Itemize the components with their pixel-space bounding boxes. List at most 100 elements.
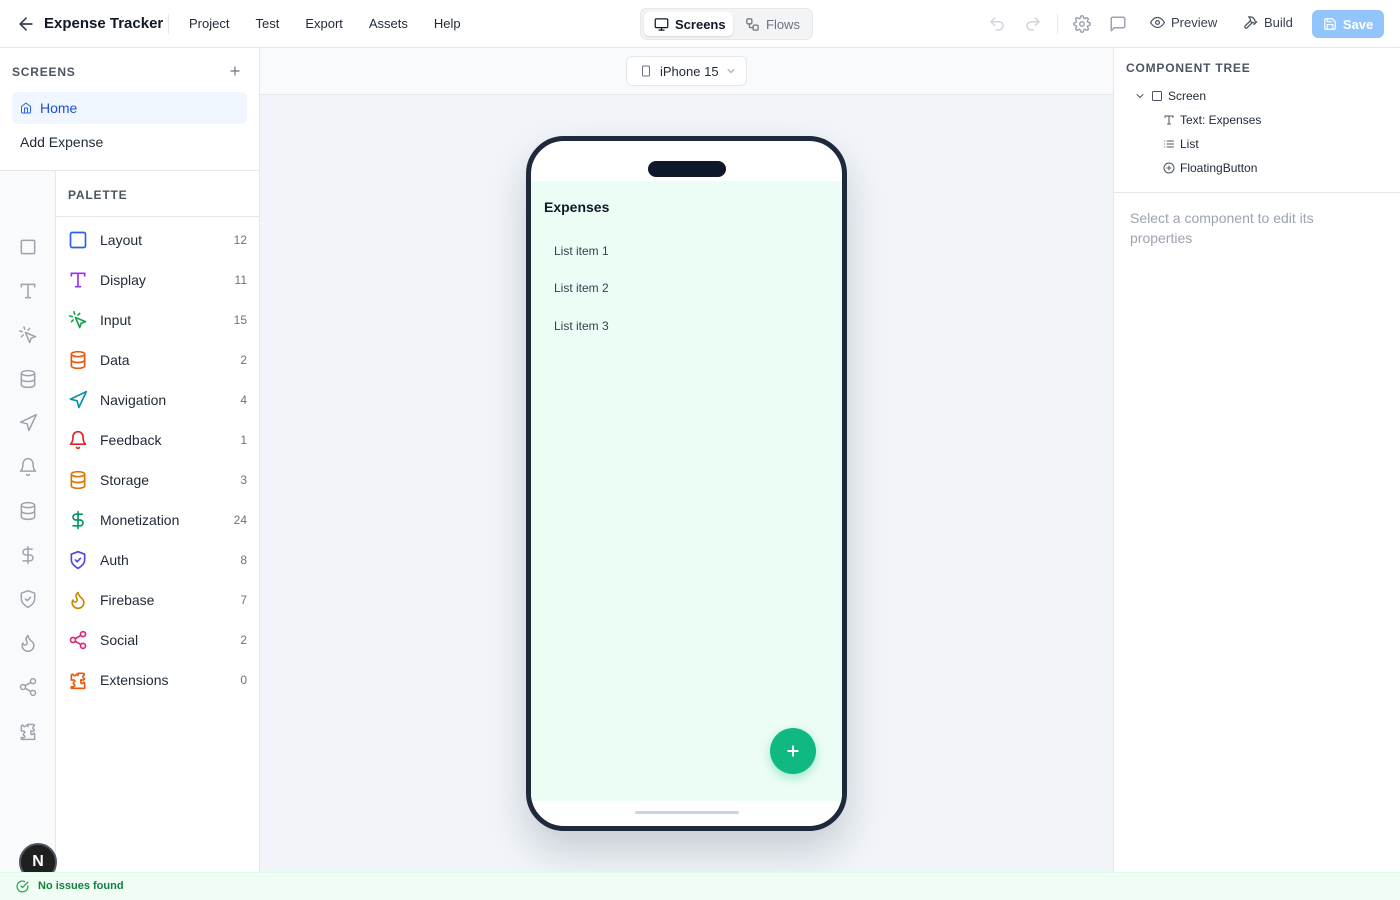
palette-item-label: Input — [100, 312, 132, 328]
category-rail — [0, 171, 56, 872]
palette-item-label: Auth — [100, 552, 129, 568]
phone-frame: Expenses List item 1 List item 2 List it… — [526, 136, 847, 831]
palette-item-auth[interactable]: Auth 8 — [56, 540, 259, 580]
database-icon — [68, 470, 88, 490]
palette-item-social[interactable]: Social 2 — [56, 620, 259, 660]
monitor-icon — [654, 17, 669, 31]
device-selector-label: iPhone 15 — [660, 63, 719, 79]
status-bar: No issues found — [0, 872, 1400, 900]
menu-help[interactable]: Help — [434, 16, 461, 31]
device-selector[interactable]: iPhone 15 — [626, 56, 747, 86]
palette-item-label: Layout — [100, 232, 143, 248]
preview-button[interactable]: Preview — [1150, 15, 1217, 30]
chevron-down-icon — [1136, 94, 1144, 99]
app-title: Expense Tracker — [44, 15, 164, 32]
left-panel: SCREENS Home Add Expense PALETTE Layout … — [0, 48, 260, 872]
palette-item-navigation[interactable]: Navigation 4 — [56, 380, 259, 420]
toolbar-divider — [168, 14, 169, 34]
palette-item-label: Extensions — [100, 672, 169, 688]
palette-item-monetization[interactable]: Monetization 24 — [56, 500, 259, 540]
palette-item-display[interactable]: Display 11 — [56, 260, 259, 300]
rail-firebase-flame-icon[interactable] — [18, 633, 38, 653]
build-button[interactable]: Build — [1243, 15, 1293, 30]
save-button[interactable]: Save — [1312, 10, 1384, 38]
rail-auth-shield-icon[interactable] — [18, 589, 38, 609]
eye-icon — [1150, 16, 1165, 29]
palette-item-label: Display — [100, 272, 146, 288]
menu-bar: Project Test Export Assets Help — [189, 16, 487, 31]
rail-data-database-icon[interactable] — [18, 369, 38, 389]
view-toggle: Screens Flows — [640, 8, 813, 40]
palette-item-count: 3 — [240, 473, 247, 487]
navigation-icon — [68, 390, 88, 410]
rail-display-type-icon[interactable] — [18, 281, 38, 301]
menu-assets[interactable]: Assets — [369, 16, 408, 31]
palette-panel: PALETTE Layout 12 Display 11 Input 15 Da… — [56, 171, 259, 872]
right-panel: COMPONENT TREE Screen Text: Expenses Lis… — [1113, 48, 1400, 872]
rail-navigation-icon[interactable] — [18, 413, 38, 433]
list-item[interactable]: List item 3 — [554, 319, 609, 333]
share-icon — [68, 630, 88, 650]
palette-item-firebase[interactable]: Firebase 7 — [56, 580, 259, 620]
phone-screen[interactable]: Expenses List item 1 List item 2 List it… — [531, 181, 842, 801]
flows-tab-label: Flows — [766, 16, 800, 32]
palette-item-storage[interactable]: Storage 3 — [56, 460, 259, 500]
tree-node-label: Text: Expenses — [1180, 113, 1262, 127]
palette-item-feedback[interactable]: Feedback 1 — [56, 420, 259, 460]
status-text: No issues found — [38, 880, 124, 892]
puzzle-icon — [68, 670, 88, 690]
back-arrow-icon[interactable] — [16, 14, 36, 34]
add-screen-plus-icon[interactable] — [228, 64, 242, 78]
menu-test[interactable]: Test — [255, 16, 279, 31]
check-circle-icon — [16, 880, 29, 893]
list-icon — [1164, 140, 1174, 148]
tree-node-screen[interactable]: Screen — [1134, 89, 1206, 103]
comment-icon[interactable] — [1109, 15, 1127, 33]
tree-node-label: List — [1180, 137, 1199, 151]
palette-item-count: 2 — [240, 633, 247, 647]
redo-icon[interactable] — [1024, 15, 1042, 33]
settings-gear-icon[interactable] — [1073, 15, 1091, 33]
palette-item-label: Feedback — [100, 432, 162, 448]
properties-hint: Select a component to edit its propertie… — [1130, 210, 1314, 246]
bell-icon — [68, 430, 88, 450]
floating-action-button[interactable] — [770, 728, 816, 774]
undo-icon[interactable] — [988, 15, 1006, 33]
screen-title-text[interactable]: Expenses — [544, 199, 609, 215]
shield-check-icon — [68, 550, 88, 570]
palette-item-input[interactable]: Input 15 — [56, 300, 259, 340]
rail-storage-database-icon[interactable] — [18, 501, 38, 521]
rail-monetization-dollar-icon[interactable] — [18, 545, 38, 565]
rail-social-share-icon[interactable] — [18, 677, 38, 697]
screens-heading: SCREENS — [12, 65, 76, 79]
palette-item-data[interactable]: Data 2 — [56, 340, 259, 380]
dollar-icon — [68, 510, 88, 530]
smartphone-icon — [642, 65, 650, 77]
workflow-icon — [746, 17, 759, 31]
screens-tab[interactable]: Screens — [644, 12, 733, 36]
divider — [56, 216, 259, 217]
tree-node-list[interactable]: List — [1163, 137, 1199, 151]
top-bar: Expense Tracker Project Test Export Asse… — [0, 0, 1400, 48]
toolbar-divider — [1057, 14, 1058, 34]
plus-icon — [787, 745, 799, 757]
tree-node-floating-button[interactable]: FloatingButton — [1163, 161, 1257, 175]
palette-item-extensions[interactable]: Extensions 0 — [56, 660, 259, 700]
menu-project[interactable]: Project — [189, 16, 229, 31]
screen-item-add-expense[interactable]: Add Expense — [12, 126, 247, 158]
rail-extensions-puzzle-icon[interactable] — [18, 721, 38, 741]
palette-item-count: 1 — [240, 433, 247, 447]
rail-feedback-bell-icon[interactable] — [18, 457, 38, 477]
tree-node-label: FloatingButton — [1180, 161, 1258, 175]
screen-item-home[interactable]: Home — [12, 92, 247, 124]
tree-node-text[interactable]: Text: Expenses — [1163, 113, 1261, 127]
list-item[interactable]: List item 2 — [554, 281, 609, 295]
rail-layout-square-icon[interactable] — [18, 237, 38, 257]
list-item[interactable]: List item 1 — [554, 244, 609, 258]
rail-input-pointer-icon[interactable] — [18, 325, 38, 345]
flows-tab[interactable]: Flows — [741, 12, 809, 36]
plus-circle-icon — [1163, 162, 1175, 174]
menu-export[interactable]: Export — [305, 16, 343, 31]
screen-item-label: Add Expense — [20, 134, 104, 150]
palette-item-layout[interactable]: Layout 12 — [56, 220, 259, 260]
